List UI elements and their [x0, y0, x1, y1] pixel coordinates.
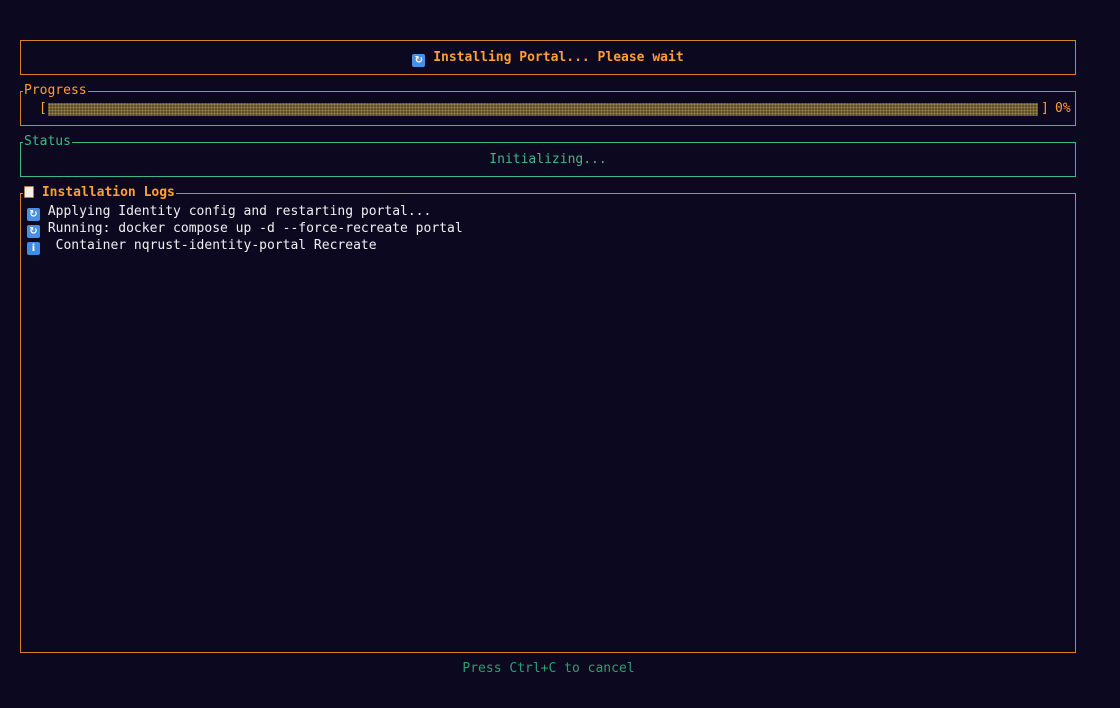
log-entry-text: Running: docker compose up -d --force-re… [47, 221, 463, 236]
progress-row: [ ] 0% [39, 101, 1079, 117]
progress-percent: 0% [1055, 101, 1071, 116]
progress-panel: Progress [ ] 0% [20, 83, 1079, 126]
log-entry: ↻ Running: docker compose up -d --force-… [27, 220, 463, 238]
header-panel: ↻ Installing Portal... Please wait [20, 40, 1076, 75]
header-title: Installing Portal... Please wait [433, 50, 684, 65]
status-panel-title: Status [23, 134, 72, 150]
log-entry: i Container nqrust-identity-portal Recre… [27, 237, 463, 255]
progress-open-bracket: [ [39, 101, 47, 116]
log-entry: ↻ Applying Identity config and restartin… [27, 203, 463, 221]
info-icon: i [27, 242, 40, 255]
terminal-screen: ↻ Installing Portal... Please wait Progr… [0, 0, 1120, 708]
header-line: ↻ Installing Portal... Please wait [21, 49, 1075, 67]
logs-panel-title: Installation Logs [23, 185, 176, 201]
status-panel: Status Initializing... [20, 134, 1076, 177]
progress-panel-title: Progress [23, 83, 88, 99]
log-entry-text: Container nqrust-identity-portal Recreat… [47, 238, 377, 253]
logs-panel[interactable]: Installation Logs ↻ Applying Identity co… [20, 185, 1076, 653]
refresh-icon: ↻ [412, 54, 426, 67]
progress-bar [48, 103, 1038, 116]
log-entry-text: Applying Identity config and restarting … [47, 204, 432, 219]
clipboard-icon [24, 186, 34, 198]
logs-panel-label: Installation Logs [41, 185, 175, 200]
log-list: ↻ Applying Identity config and restartin… [27, 203, 463, 255]
progress-close-bracket: ] [1041, 101, 1049, 116]
status-text: Initializing... [489, 152, 607, 167]
cancel-hint: Press Ctrl+C to cancel [462, 661, 635, 676]
